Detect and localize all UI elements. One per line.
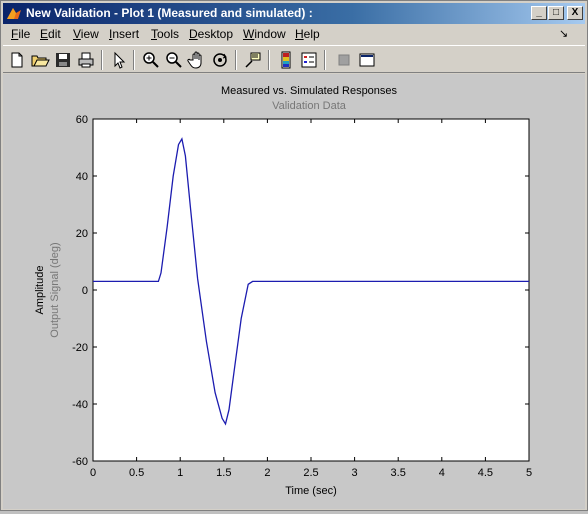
menu-tools[interactable]: Tools	[151, 27, 179, 41]
matlab-icon	[7, 8, 21, 19]
y-tick-label: -40	[72, 399, 88, 411]
y-tick-label: 20	[76, 228, 88, 240]
menu-file[interactable]: File	[11, 27, 30, 41]
figure-toolbar	[3, 45, 585, 73]
y-axis-label: Amplitude	[34, 266, 46, 315]
colorbar-icon[interactable]	[276, 50, 296, 70]
data-cursor-icon[interactable]	[243, 50, 263, 70]
menu-edit[interactable]: Edit	[40, 27, 61, 41]
close-button[interactable]: X	[567, 6, 583, 20]
toolbar-separator	[101, 50, 103, 70]
legend-icon[interactable]	[299, 50, 319, 70]
x-tick-label: 4.5	[478, 467, 493, 479]
toolbar-separator	[235, 50, 237, 70]
menu-view[interactable]: View	[73, 27, 99, 41]
x-tick-label: 0.5	[129, 467, 144, 479]
rotate-3d-icon[interactable]	[210, 50, 230, 70]
menu-insert[interactable]: Insert	[109, 27, 139, 41]
figure-canvas: Measured vs. Simulated Responses Validat…	[3, 74, 585, 509]
y-tick-label: 60	[76, 114, 88, 126]
chart-title: Measured vs. Simulated Responses	[221, 85, 398, 97]
show-plot-tools-icon[interactable]	[357, 50, 377, 70]
chart-subtitle: Validation Data	[272, 100, 347, 112]
dock-arrow-icon[interactable]: ↘	[559, 27, 568, 40]
toolbar-separator	[133, 50, 135, 70]
new-file-icon[interactable]	[7, 50, 27, 70]
pointer-icon[interactable]	[109, 50, 129, 70]
x-tick-label: 0	[90, 467, 96, 479]
x-tick-label: 2.5	[303, 467, 318, 479]
toolbar-separator	[324, 50, 326, 70]
maximize-button[interactable]: □	[548, 6, 564, 20]
y-tick-label: -20	[72, 342, 88, 354]
y-axis-label-secondary: Output Signal (deg)	[49, 242, 61, 337]
y-tick-label: -60	[72, 456, 88, 468]
print-icon[interactable]	[76, 50, 96, 70]
x-tick-label: 1.5	[216, 467, 231, 479]
window-title: New Validation - Plot 1 (Measured and si…	[26, 6, 313, 20]
save-icon[interactable]	[53, 50, 73, 70]
zoom-out-icon[interactable]	[164, 50, 184, 70]
x-tick-label: 3.5	[391, 467, 406, 479]
menu-window[interactable]: Window	[243, 27, 286, 41]
menu-desktop[interactable]: Desktop	[189, 27, 233, 41]
x-tick-label: 5	[526, 467, 532, 479]
hide-plot-tools-icon[interactable]	[334, 50, 354, 70]
x-tick-label: 2	[264, 467, 270, 479]
axes-background	[92, 118, 530, 462]
menu-help[interactable]: Help	[295, 27, 320, 41]
title-bar[interactable]: New Validation - Plot 1 (Measured and si…	[3, 3, 585, 24]
x-tick-label: 3	[352, 467, 358, 479]
y-tick-label: 40	[76, 171, 88, 183]
pan-hand-icon[interactable]	[187, 50, 207, 70]
y-tick-label: 0	[82, 285, 88, 297]
toolbar-separator	[268, 50, 270, 70]
minimize-button[interactable]: _	[531, 6, 547, 20]
open-folder-icon[interactable]	[30, 50, 50, 70]
figure-window: New Validation - Plot 1 (Measured and si…	[0, 0, 588, 511]
zoom-in-icon[interactable]	[141, 50, 161, 70]
x-axis-label: Time (sec)	[285, 485, 337, 497]
x-tick-label: 1	[177, 467, 183, 479]
menu-bar: File Edit View Insert Tools Desktop Wind…	[3, 25, 585, 44]
validation-plot[interactable]: Measured vs. Simulated Responses Validat…	[3, 74, 585, 509]
x-tick-label: 4	[439, 467, 445, 479]
